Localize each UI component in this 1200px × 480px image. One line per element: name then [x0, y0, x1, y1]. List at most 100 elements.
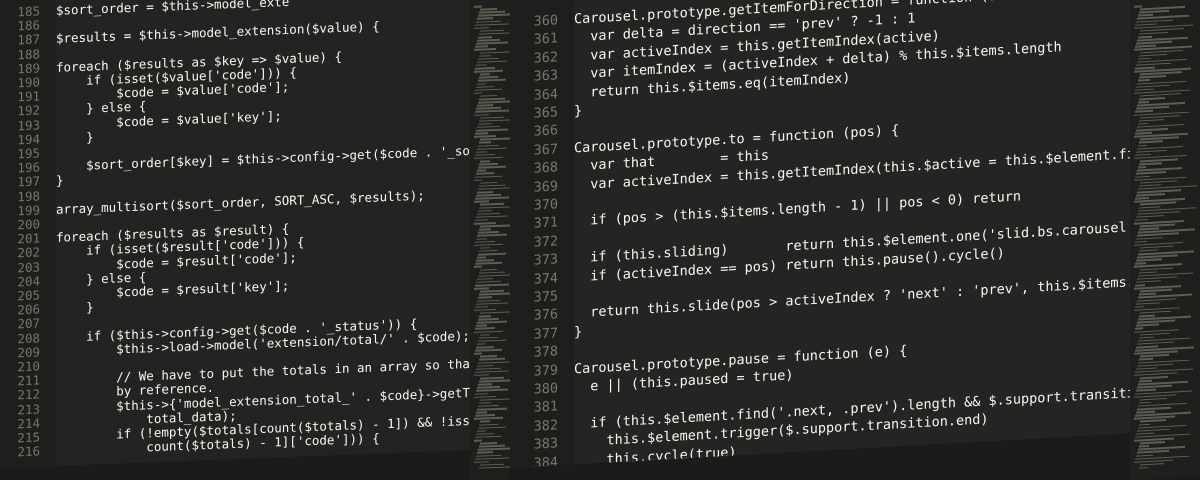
minimap-line [478, 57, 499, 60]
minimap-line [1134, 5, 1142, 8]
minimap-line [1139, 53, 1167, 57]
minimap-line [478, 360, 510, 364]
minimap-line [479, 205, 510, 209]
minimap-line [478, 122, 492, 126]
minimap-line [480, 160, 490, 163]
code-text: } [574, 323, 583, 341]
code-text: } [574, 102, 583, 120]
minimap-line [477, 233, 507, 237]
minimap-line [1139, 292, 1156, 296]
minimap-line [474, 417, 503, 420]
minimap-line [479, 444, 505, 448]
minimap-line [474, 308, 496, 312]
minimap-line [1139, 118, 1164, 122]
left-minimap[interactable] [470, 0, 510, 480]
minimap-line [475, 370, 509, 374]
minimap-line [477, 104, 493, 107]
minimap-line [1140, 201, 1176, 206]
minimap-line [476, 128, 508, 132]
minimap-line [1138, 101, 1149, 104]
right-code-editor[interactable]: 360 Carousel.prototype.getItemForDirectio… [510, 0, 1150, 468]
minimap-line [1136, 84, 1170, 88]
minimap-line [479, 10, 505, 14]
minimap-line [474, 48, 496, 51]
minimap-line [1136, 454, 1153, 457]
minimap-line [477, 147, 507, 150]
minimap-line [480, 333, 490, 336]
minimap-line [475, 414, 495, 417]
minimap-line [478, 209, 492, 212]
minimap-line [1139, 445, 1149, 448]
minimap-line [476, 151, 487, 154]
minimap-line [476, 193, 501, 197]
minimap-line [477, 17, 493, 20]
minimap-line [1135, 262, 1146, 265]
minimap-line [479, 271, 505, 274]
minimap-line [478, 231, 499, 234]
minimap-line [475, 196, 509, 200]
minimap-line [1137, 450, 1169, 454]
minimap-line [1139, 401, 1151, 404]
minimap-line [476, 388, 508, 392]
minimap-line [479, 54, 491, 57]
minimap-line [1137, 384, 1172, 389]
minimap-line [475, 283, 509, 287]
minimap-line [476, 20, 501, 23]
minimap-line [1138, 35, 1152, 39]
minimap-line [480, 420, 490, 423]
minimap-line [1136, 193, 1165, 197]
minimap-line [1139, 423, 1150, 426]
minimap-line [474, 156, 503, 160]
minimap-line [1140, 375, 1168, 380]
minimap-line [480, 247, 490, 250]
minimap-line [479, 249, 498, 253]
minimap-line [475, 132, 488, 135]
minimap-line [477, 191, 493, 194]
minimap-line [477, 451, 493, 454]
minimap-line [1139, 97, 1165, 101]
minimap-line [476, 302, 508, 305]
minimap-line [474, 352, 482, 355]
left-code-editor[interactable]: 185 $sort_order = $this->model_exte 186 187… [0, 0, 470, 468]
minimap-line [476, 346, 494, 349]
minimap-line [478, 100, 510, 104]
minimap-line [477, 169, 486, 172]
minimap-line [1138, 57, 1151, 60]
minimap-line [1135, 240, 1147, 243]
minimap-line [1135, 153, 1151, 157]
minimap-line [1139, 140, 1163, 144]
minimap-line [1138, 122, 1148, 125]
minimap-line [1140, 419, 1166, 423]
minimap-line [480, 224, 510, 228]
minimap-line [474, 222, 496, 225]
right-minimap[interactable] [1130, 0, 1200, 480]
minimap-line [478, 187, 510, 191]
minimap-line [474, 200, 489, 203]
minimap-line [1139, 336, 1154, 339]
minimap-line [475, 392, 488, 395]
minimap-line [1139, 10, 1169, 14]
minimap-line [480, 398, 510, 401]
minimap-line [1136, 280, 1161, 284]
minimap-line [1140, 223, 1175, 228]
minimap-line [1136, 301, 1160, 305]
minimap-line [480, 268, 497, 271]
minimap-line [474, 113, 489, 116]
minimap-line [478, 404, 499, 408]
minimap-line [474, 69, 503, 73]
minimap-line [479, 358, 505, 361]
minimap-line [1138, 79, 1150, 82]
minimap-line [1135, 327, 1143, 330]
minimap-line [474, 374, 489, 377]
minimap-line [479, 466, 510, 470]
minimap-line [478, 274, 510, 277]
minimap-line [480, 94, 497, 98]
minimap-line [477, 299, 500, 302]
minimap-line [1136, 127, 1168, 132]
minimap-line [1140, 462, 1164, 466]
minimap-line [1138, 14, 1153, 17]
minimap-line [479, 228, 491, 231]
minimap-line [475, 67, 495, 70]
minimap-line [480, 463, 504, 467]
minimap-line [1136, 236, 1163, 240]
